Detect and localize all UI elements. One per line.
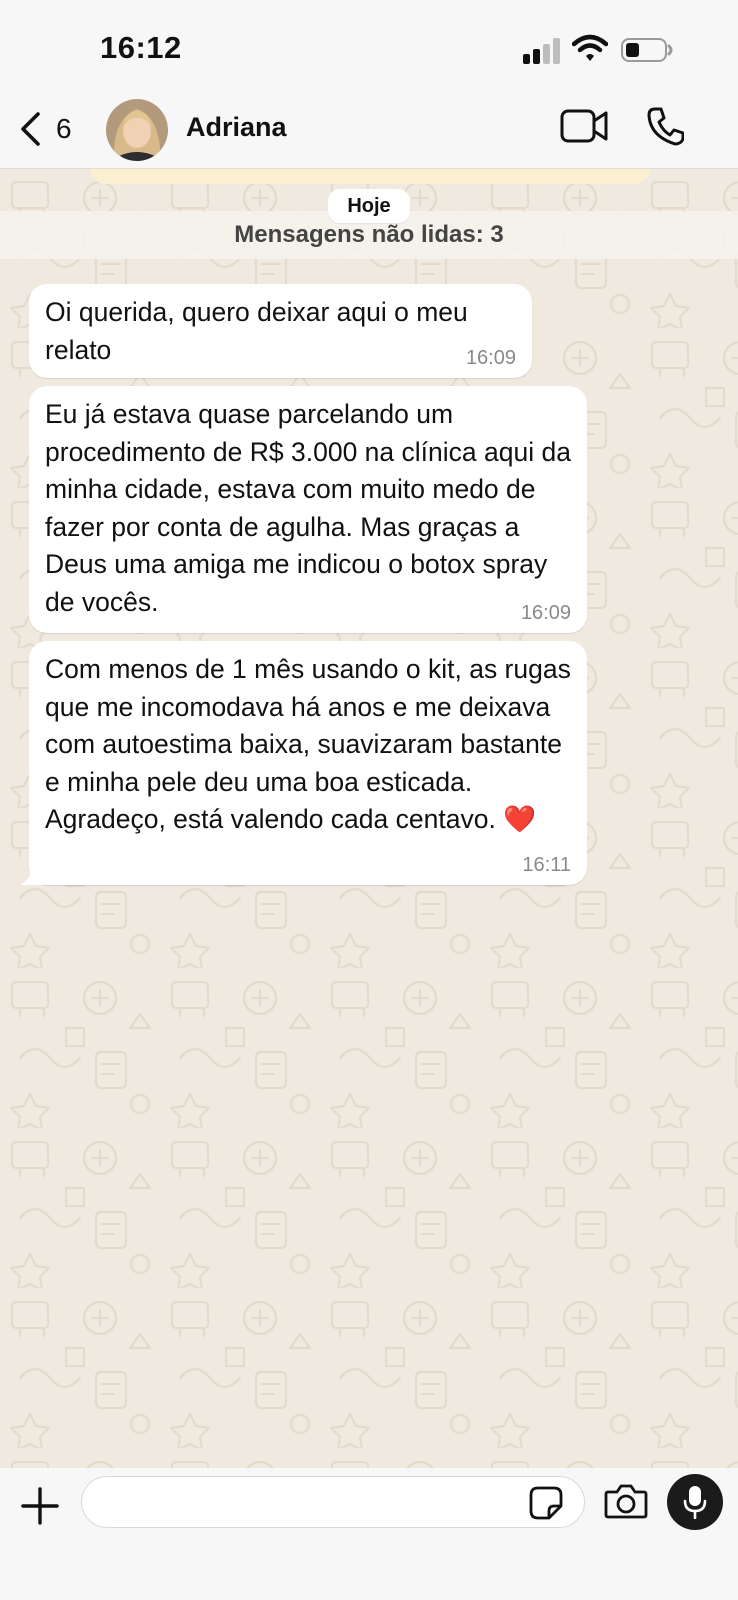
wifi-icon — [572, 34, 608, 61]
back-chevron-icon — [21, 112, 40, 146]
message-text: Eu já estava quase parcelando um procedi… — [45, 399, 571, 617]
voice-message-button[interactable] — [667, 1474, 723, 1530]
status-time: 16:12 — [100, 30, 182, 65]
message-text: Oi querida, quero deixar aqui o meu rela… — [45, 297, 468, 365]
chat-screen: 16:12 6 Adriana Mensagens não lidas: 3 H… — [0, 0, 738, 1600]
plus-icon[interactable] — [20, 1486, 60, 1526]
signal-icon — [523, 38, 560, 64]
message-time: 16:11 — [522, 854, 571, 876]
bubble-tail — [20, 865, 42, 885]
phone-call-icon[interactable] — [646, 106, 684, 146]
message-input[interactable] — [81, 1476, 585, 1528]
chat-header: 6 Adriana — [0, 90, 738, 169]
message-text: Com menos de 1 mês usando o kit, as ruga… — [45, 654, 571, 834]
avatar[interactable] — [106, 99, 168, 161]
sticker-icon[interactable] — [529, 1486, 563, 1520]
microphone-icon — [683, 1486, 707, 1519]
status-bar: 16:12 — [0, 0, 738, 90]
composer-bar — [0, 1468, 738, 1600]
battery-icon — [621, 38, 673, 62]
message-bubble[interactable]: Com menos de 1 mês usando o kit, as ruga… — [20, 641, 587, 885]
back-button[interactable]: 6 — [18, 106, 78, 152]
camera-icon[interactable] — [604, 1482, 648, 1520]
message-time: 16:09 — [465, 347, 516, 369]
message-bubble[interactable]: Eu já estava quase parcelando um procedi… — [29, 386, 587, 633]
date-label: Hoje — [328, 189, 410, 223]
video-call-icon[interactable] — [560, 108, 608, 144]
message-bubble[interactable]: Oi querida, quero deixar aqui o meu rela… — [29, 284, 532, 378]
unread-chats-count: 6 — [56, 113, 72, 144]
contact-name[interactable]: Adriana — [186, 112, 287, 143]
message-time: 16:09 — [520, 602, 571, 624]
